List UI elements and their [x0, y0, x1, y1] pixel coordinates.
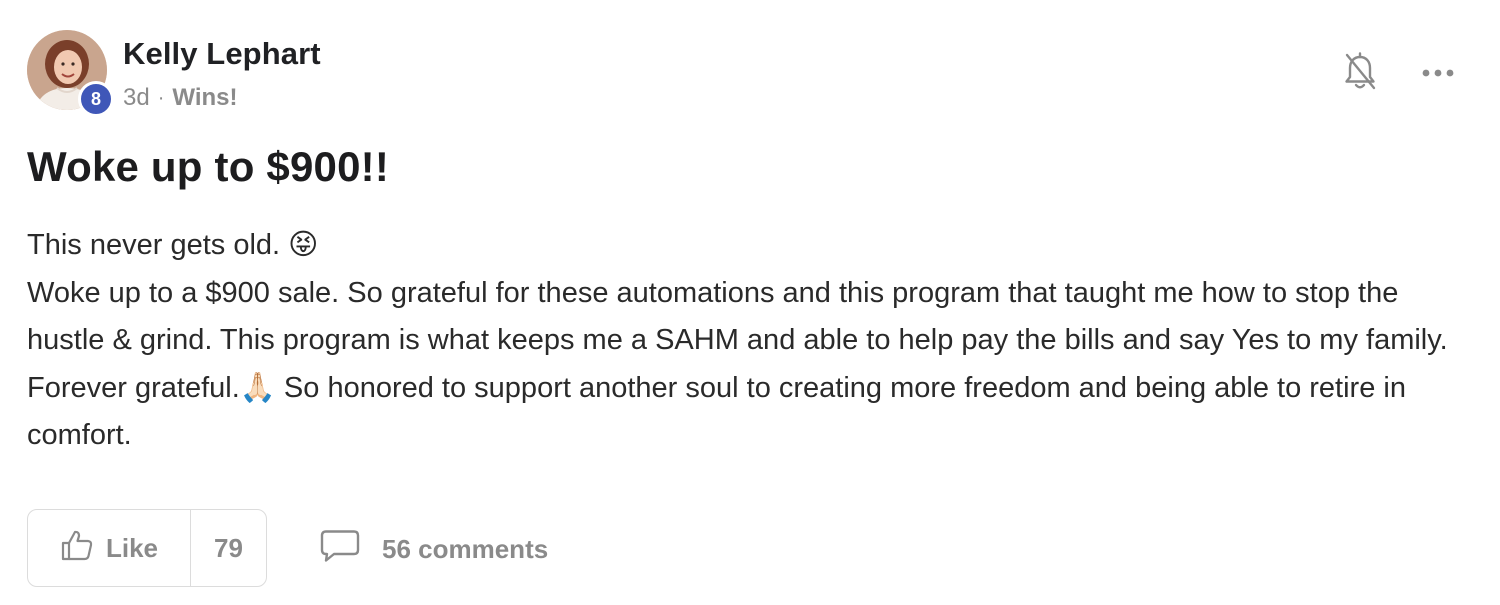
post-card: 8 Kelly Lephart 3d · Wins! Woke up to $9…	[0, 0, 1500, 605]
like-control: Like 79	[27, 509, 267, 587]
comments-count-label: 56 comments	[382, 533, 549, 564]
more-horizontal-icon	[1422, 64, 1454, 82]
post-category[interactable]: Wins!	[172, 84, 237, 112]
comments-button[interactable]: 56 comments	[320, 529, 548, 569]
thumbs-up-icon	[60, 529, 94, 568]
post-body: This never gets old. 😝 Woke up to a $900…	[27, 222, 1477, 460]
meta-separator: ·	[157, 86, 165, 109]
like-button[interactable]: Like	[28, 510, 191, 586]
post-time: 3d	[123, 84, 150, 111]
more-options-button[interactable]	[1418, 58, 1458, 88]
like-label: Like	[105, 532, 159, 563]
post-body-line: This never gets old. 😝	[27, 229, 319, 261]
post-body-paragraph: Woke up to a $900 sale. So grateful for …	[27, 276, 1448, 452]
author-avatar-wrap[interactable]: 8	[27, 30, 114, 117]
post-meta: 3d · Wins!	[123, 84, 237, 112]
level-badge: 8	[78, 81, 114, 117]
author-name[interactable]: Kelly Lephart	[123, 36, 321, 72]
comment-bubble-icon	[320, 529, 360, 570]
like-count[interactable]: 79	[191, 510, 266, 586]
bell-off-icon	[1343, 51, 1377, 97]
notification-toggle-button[interactable]	[1340, 51, 1380, 97]
post-title: Woke up to $900!!	[27, 143, 390, 190]
